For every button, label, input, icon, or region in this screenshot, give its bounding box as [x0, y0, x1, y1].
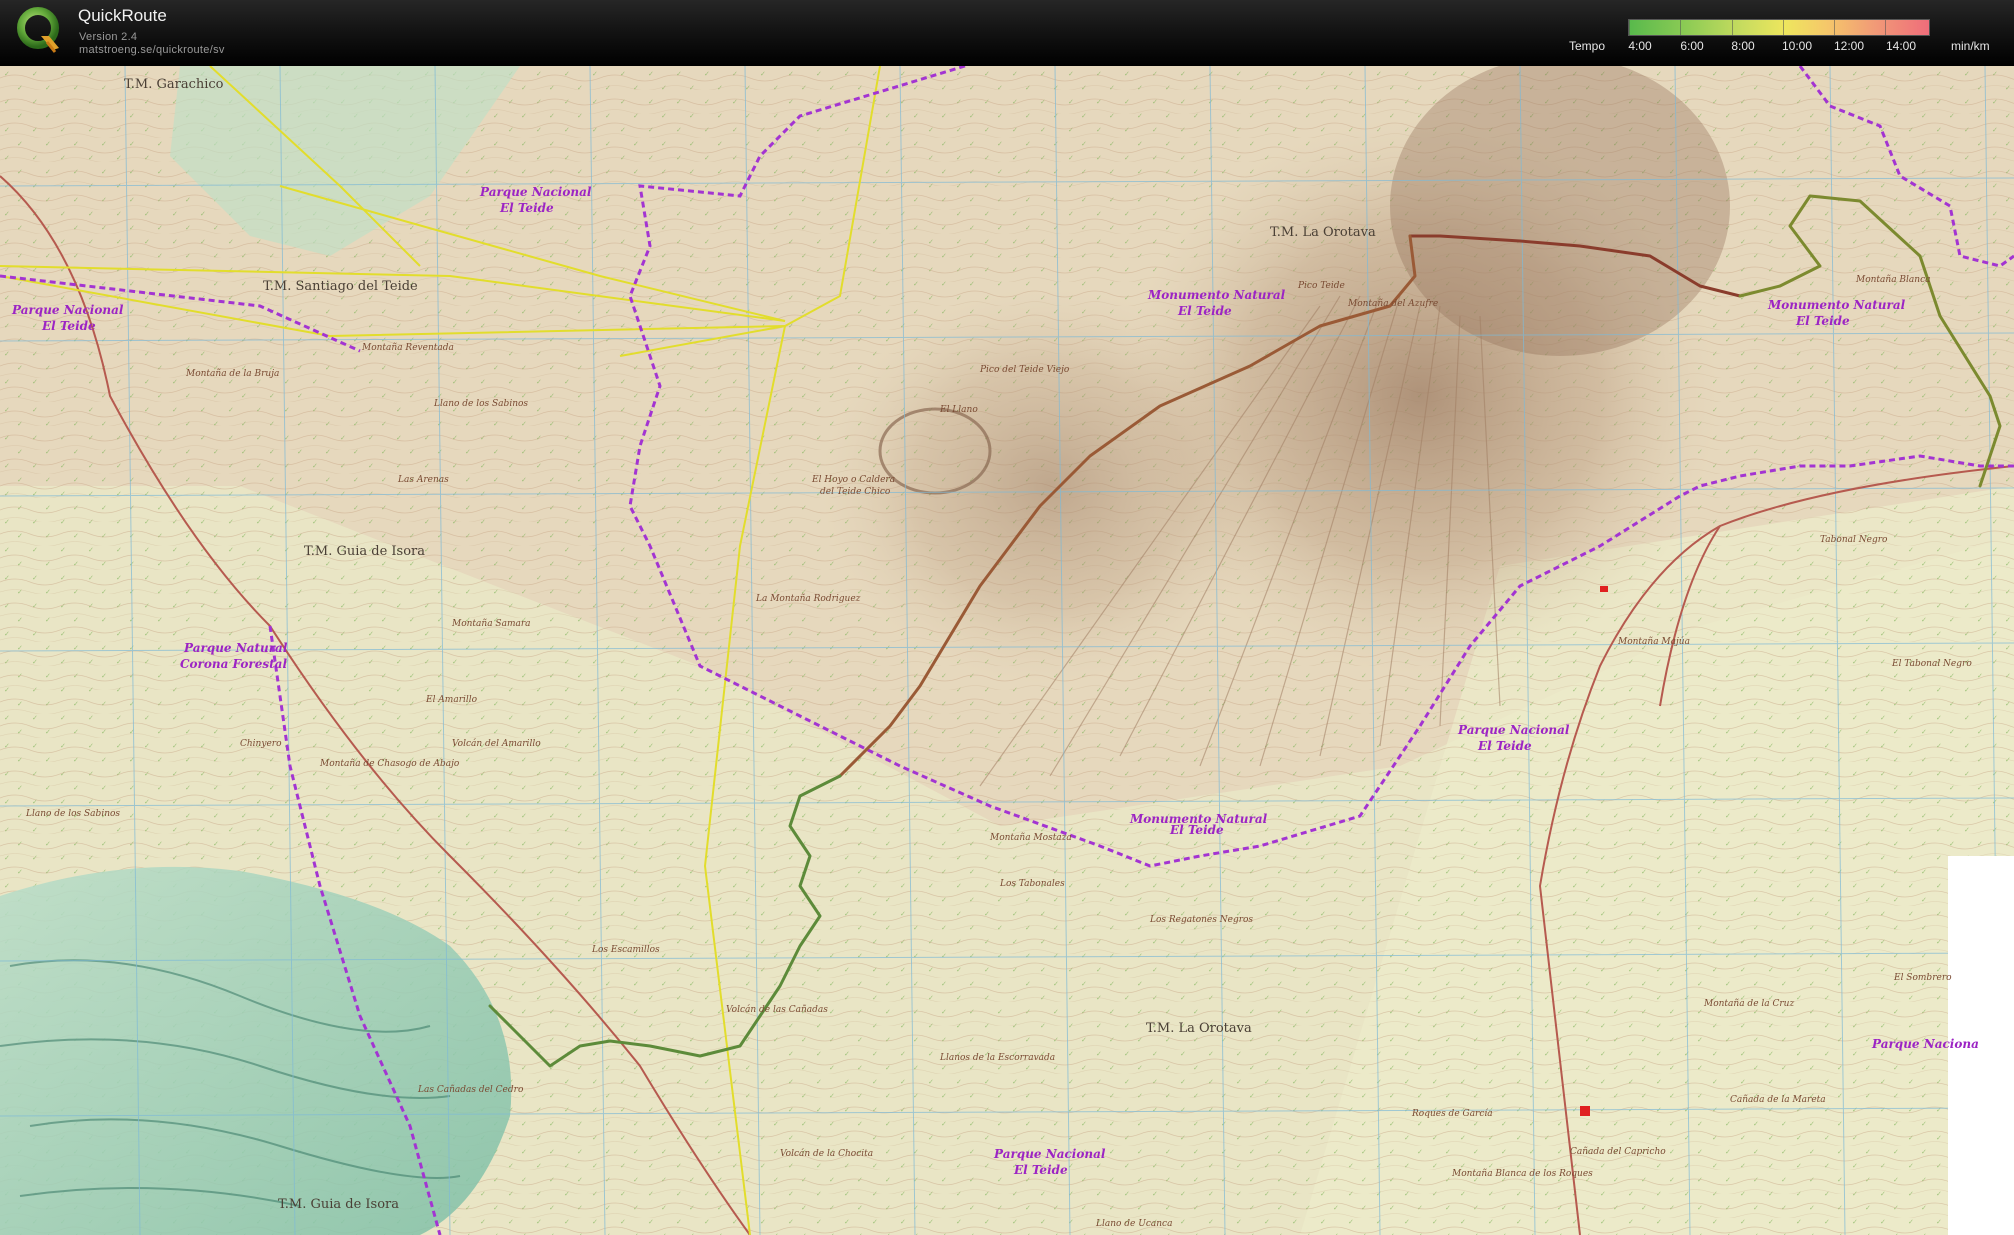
legend-tick-label: 4:00	[1628, 39, 1652, 53]
legend-tick-label: 10:00	[1781, 39, 1813, 53]
place-label: El Hoyo o Caldera	[811, 475, 895, 485]
park-label: Parque Naciona	[1871, 1037, 1979, 1051]
place-label: El Llano	[939, 405, 978, 415]
place-label: Los Regatones Negros	[1149, 915, 1253, 925]
municipality-label: T.M. La Orotava	[1270, 225, 1376, 240]
place-label: Los Escamillos	[591, 945, 660, 955]
summit-shading	[1390, 66, 1730, 356]
place-label: Cañada de la Mareta	[1730, 1095, 1826, 1105]
park-label: Parque Nacional	[479, 185, 592, 199]
topographic-map[interactable]: ✓ ✓	[0, 66, 2014, 1235]
legend-unit: min/km	[1951, 39, 1990, 53]
place-label: Llano de los Sabinos	[25, 809, 120, 819]
map-canvas[interactable]: ✓ ✓	[0, 66, 2014, 1235]
place-label: Pico Teide	[1297, 281, 1345, 291]
place-label: El Tabonal Negro	[1891, 659, 1972, 669]
place-label: Volcán de la Chocita	[780, 1148, 873, 1159]
pace-legend-bar	[1628, 19, 1930, 36]
legend-tick-mark	[1680, 20, 1681, 36]
app-title: QuickRoute	[78, 6, 167, 25]
legend-tick-label: 12:00	[1833, 39, 1865, 53]
place-label: Pico del Teide Viejo	[979, 365, 1070, 375]
place-label: Chinyero	[240, 739, 282, 749]
place-label: Montaña de la Cruz	[1703, 999, 1794, 1009]
park-label: Corona Forestal	[180, 657, 287, 671]
place-label: Roques de García	[1411, 1108, 1493, 1119]
municipality-label: T.M. Garachico	[124, 77, 224, 92]
municipality-label: T.M. Guia de Isora	[278, 1197, 399, 1212]
place-label: Montaña Blanca de los Roques	[1451, 1169, 1593, 1179]
place-label: Tabonal Negro	[1820, 535, 1888, 545]
legend-label: Tempo	[1569, 39, 1606, 53]
park-label: El Teide	[499, 201, 554, 215]
place-label: Montaña Majúa	[1617, 636, 1690, 647]
municipality-label: T.M. La Orotava	[1146, 1021, 1252, 1036]
legend-tick-label: 14:00	[1885, 39, 1917, 53]
place-label: Las Cañadas del Cedro	[417, 1085, 524, 1095]
red-marker	[1600, 586, 1608, 592]
park-label: Parque Nacional	[11, 303, 124, 317]
app-version: Version 2.4	[79, 31, 138, 43]
quickroute-logo-icon	[17, 7, 59, 53]
place-label: Montaña Mostaza	[989, 833, 1072, 843]
park-label: Monumento Natural	[1767, 298, 1906, 312]
place-label: Montaña de la Bruja	[185, 369, 279, 379]
place-label: Volcán del Amarillo	[452, 738, 541, 749]
place-label: Montaña Blanca	[1855, 275, 1931, 285]
park-label: El Teide	[41, 319, 96, 333]
place-label: Montaña Reventada	[361, 343, 454, 353]
municipality-label: T.M. Guia de Isora	[304, 544, 425, 559]
park-label: El Teide	[1477, 739, 1532, 753]
place-label: Llano de los Sabinos	[433, 399, 528, 409]
place-label: Llano de Ucanca	[1095, 1219, 1172, 1229]
legend-tick-mark	[1885, 20, 1886, 36]
place-label: Cañada del Capricho	[1570, 1147, 1666, 1157]
red-marker	[1580, 1106, 1590, 1116]
park-label: Parque Natural	[183, 641, 288, 655]
park-label: Parque Nacional	[1457, 723, 1570, 737]
legend-tick-mark	[1629, 20, 1630, 36]
park-label: El Teide	[1795, 314, 1850, 328]
park-label: El Teide	[1169, 823, 1224, 837]
app-header: QuickRoute Version 2.4 matstroeng.se/qui…	[0, 0, 2014, 66]
park-label: Parque Nacional	[993, 1147, 1106, 1161]
park-label: Monumento Natural	[1147, 288, 1286, 302]
place-label: Montaña del Azufre	[1347, 299, 1438, 309]
place-label: Los Tabonales	[999, 879, 1065, 889]
park-label: El Teide	[1177, 304, 1232, 318]
legend-tick-mark	[1732, 20, 1733, 36]
legend-tick-mark	[1834, 20, 1835, 36]
place-label: del Teide Chico	[820, 487, 891, 497]
legend-tick-label: 6:00	[1680, 39, 1704, 53]
park-label: El Teide	[1013, 1163, 1068, 1177]
place-label: Volcán de las Cañadas	[726, 1004, 828, 1015]
place-label: El Amarillo	[425, 695, 478, 705]
place-label: Montaña de Chasogo de Abajo	[319, 759, 460, 769]
place-label: Llanos de la Escorravada	[939, 1053, 1055, 1063]
municipality-label: T.M. Santiago del Teide	[263, 279, 418, 294]
pico-viejo-massif	[820, 286, 1280, 686]
legend-tick-label: 8:00	[1731, 39, 1755, 53]
place-label: La Montaña Rodriguez	[755, 594, 861, 604]
place-label: Las Arenas	[397, 475, 449, 485]
legend-tick-mark	[1783, 20, 1784, 36]
app-url: matstroeng.se/quickroute/sv	[79, 44, 225, 56]
place-label: Montaña Samara	[451, 619, 531, 629]
place-label: El Sombrero	[1893, 973, 1952, 983]
